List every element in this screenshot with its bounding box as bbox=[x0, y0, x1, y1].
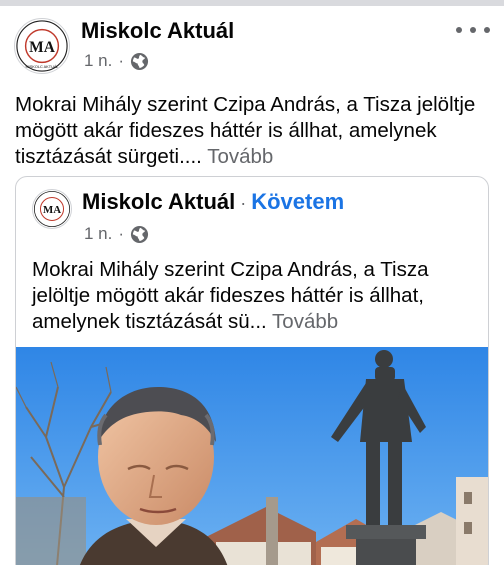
more-dot bbox=[484, 27, 490, 33]
meta-separator: · bbox=[118, 51, 125, 70]
shared-post-body: Mokrai Mihály szerint Czipa András, a Ti… bbox=[32, 258, 429, 333]
shared-see-more-link[interactable]: Tovább bbox=[272, 310, 338, 333]
shared-page-avatar[interactable]: MA bbox=[32, 189, 72, 229]
follow-button[interactable]: Követem bbox=[251, 189, 344, 215]
svg-text:MISKOLC AKTUÁL: MISKOLC AKTUÁL bbox=[25, 65, 59, 69]
shared-page-name[interactable]: Miskolc Aktuál bbox=[82, 189, 235, 215]
globe-icon bbox=[130, 52, 149, 70]
post-meta: 1 n. · bbox=[84, 51, 149, 71]
post-time[interactable]: 1 n. bbox=[84, 51, 112, 71]
miskolc-aktual-logo: MA bbox=[33, 190, 71, 228]
page-name[interactable]: Miskolc Aktuál bbox=[81, 18, 234, 44]
see-more-link[interactable]: Tovább bbox=[207, 145, 273, 168]
tree-foliage bbox=[16, 497, 86, 565]
more-dot bbox=[456, 27, 462, 33]
name-separator: · bbox=[240, 193, 247, 213]
shared-name-row: Miskolc Aktuál · Követem bbox=[82, 189, 344, 215]
miskolc-aktual-logo: MA MISKOLC AKTUÁL bbox=[16, 20, 68, 72]
shared-post-meta: 1 n. · bbox=[84, 224, 149, 244]
globe-icon bbox=[130, 225, 149, 243]
shared-post-header: MA Miskolc Aktuál · Követem 1 n. · bbox=[32, 189, 472, 245]
shared-post-text: Mokrai Mihály szerint Czipa András, a Ti… bbox=[32, 257, 478, 335]
page-avatar[interactable]: MA MISKOLC AKTUÁL bbox=[14, 18, 70, 74]
photo-man-and-statue bbox=[16, 347, 488, 565]
meta-separator: · bbox=[118, 224, 125, 243]
svg-text:MA: MA bbox=[43, 204, 61, 216]
more-dot bbox=[470, 27, 476, 33]
top-divider bbox=[0, 0, 504, 6]
shared-post-time[interactable]: 1 n. bbox=[84, 224, 112, 244]
shared-post-card[interactable]: MA Miskolc Aktuál · Követem 1 n. · Mokra… bbox=[15, 176, 489, 565]
post-photo[interactable] bbox=[16, 347, 488, 565]
post-text: Mokrai Mihály szerint Czipa András, a Ti… bbox=[15, 92, 495, 170]
more-options-icon[interactable] bbox=[456, 20, 490, 40]
svg-text:MA: MA bbox=[29, 39, 56, 56]
post-header: MA MISKOLC AKTUÁL Miskolc Aktuál 1 n. · bbox=[14, 18, 494, 78]
